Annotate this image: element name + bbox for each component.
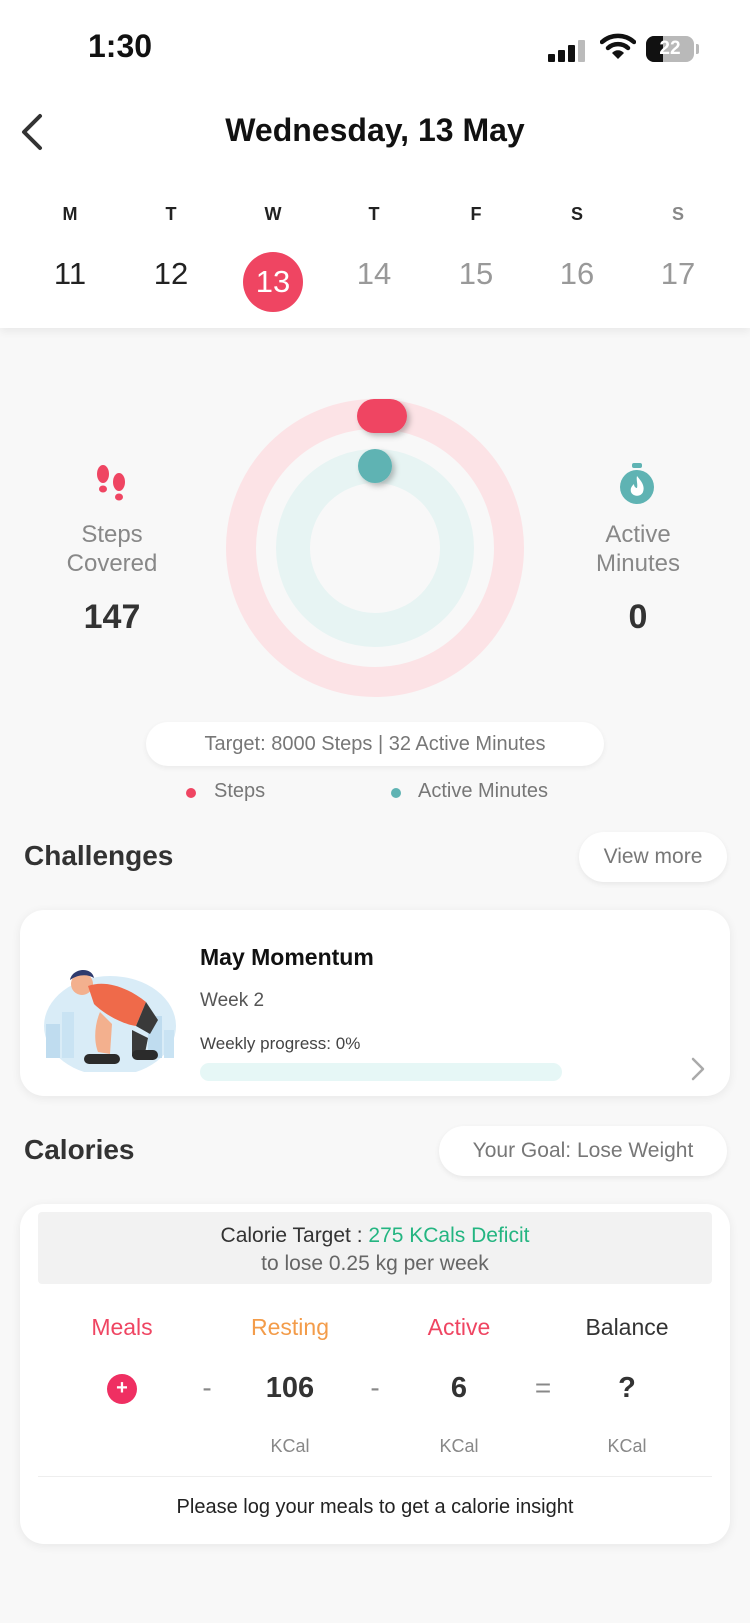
weekday-sat: S: [570, 204, 583, 224]
weekday-thu: T: [368, 204, 380, 224]
challenge-progress-bar: [200, 1063, 562, 1081]
battery-icon: 22: [646, 36, 694, 62]
cellular-signal-icon: [548, 38, 588, 62]
date-16[interactable]: 16: [547, 256, 607, 292]
balance-unit: KCal: [607, 1436, 647, 1456]
challenge-title: May Momentum: [200, 944, 374, 970]
add-meal-button[interactable]: +: [107, 1374, 137, 1404]
wifi-icon: [600, 33, 636, 59]
active-unit: KCal: [439, 1436, 479, 1456]
meals-label: Meals: [91, 1314, 153, 1340]
steps-legend-label: Steps: [214, 780, 266, 802]
active-legend-dot: [391, 788, 401, 798]
active-label: Active: [427, 1314, 491, 1340]
runner-illustration: [44, 969, 176, 1072]
steps-value: 147: [83, 598, 141, 636]
calorie-target-subtitle: to lose 0.25 kg per week: [261, 1252, 489, 1275]
active-ring-progress: [358, 449, 392, 483]
date-15[interactable]: 15: [446, 256, 506, 292]
steps-legend-dot: [186, 788, 196, 798]
steps-ring-progress: [357, 399, 407, 433]
chevron-right-icon[interactable]: [690, 1056, 706, 1082]
footprints-icon: [97, 465, 125, 501]
active-minutes-label: Active Minutes: [595, 521, 681, 577]
date-11[interactable]: 11: [40, 256, 100, 292]
divider: [38, 1476, 712, 1477]
battery-tip: [696, 44, 699, 54]
app-screen: 1:30 22 Wednesday, 13 May M T W T F S S …: [0, 0, 750, 1623]
view-more-button[interactable]: View more: [579, 832, 727, 882]
calorie-insight-text: Please log your meals to get a calorie i…: [176, 1496, 574, 1518]
date-14[interactable]: 14: [344, 256, 404, 292]
resting-label: Resting: [251, 1314, 329, 1340]
active-ring-track: [276, 449, 474, 647]
calories-title: Calories: [24, 1134, 135, 1165]
challenge-progress-label: Weekly progress: 0%: [200, 1034, 361, 1053]
challenge-week: Week 2: [200, 990, 265, 1011]
active-legend-label: Active Minutes: [418, 780, 549, 802]
goal-button[interactable]: Your Goal: Lose Weight: [439, 1126, 727, 1176]
active-value: 6: [450, 1372, 468, 1404]
minus-operator-2: -: [370, 1372, 380, 1403]
status-time: 1:30: [88, 28, 153, 64]
activity-rings: [226, 399, 524, 697]
weekday-wed: W: [264, 204, 282, 224]
date-17[interactable]: 17: [648, 256, 708, 292]
challenges-title: Challenges: [24, 840, 174, 871]
weekday-mon: M: [62, 204, 78, 224]
balance-label: Balance: [585, 1314, 669, 1340]
balance-value: ?: [618, 1372, 636, 1404]
weekday-fri: F: [470, 204, 482, 224]
resting-unit: KCal: [270, 1436, 310, 1456]
calorie-target-line: Calorie Target : 275 KCals Deficit: [220, 1224, 530, 1247]
resting-value: 106: [265, 1372, 315, 1404]
minus-operator: -: [202, 1372, 212, 1403]
steps-label: Steps Covered: [66, 521, 158, 577]
calorie-target-box: Calorie Target : 275 KCals Deficit to lo…: [38, 1212, 712, 1284]
date-12[interactable]: 12: [141, 256, 201, 292]
target-pill: Target: 8000 Steps | 32 Active Minutes: [146, 722, 604, 766]
equals-operator: =: [534, 1372, 552, 1403]
battery-level: 22: [659, 38, 681, 59]
weekday-sun: S: [671, 204, 684, 224]
stopwatch-flame-icon: [620, 463, 654, 504]
active-minutes-value: 0: [628, 598, 648, 636]
date-13-selected[interactable]: 13: [243, 252, 303, 312]
calorie-target-value: 275 KCals Deficit: [368, 1224, 530, 1247]
weekday-tue: T: [165, 204, 177, 224]
page-title: Wednesday, 13 May: [225, 112, 525, 148]
